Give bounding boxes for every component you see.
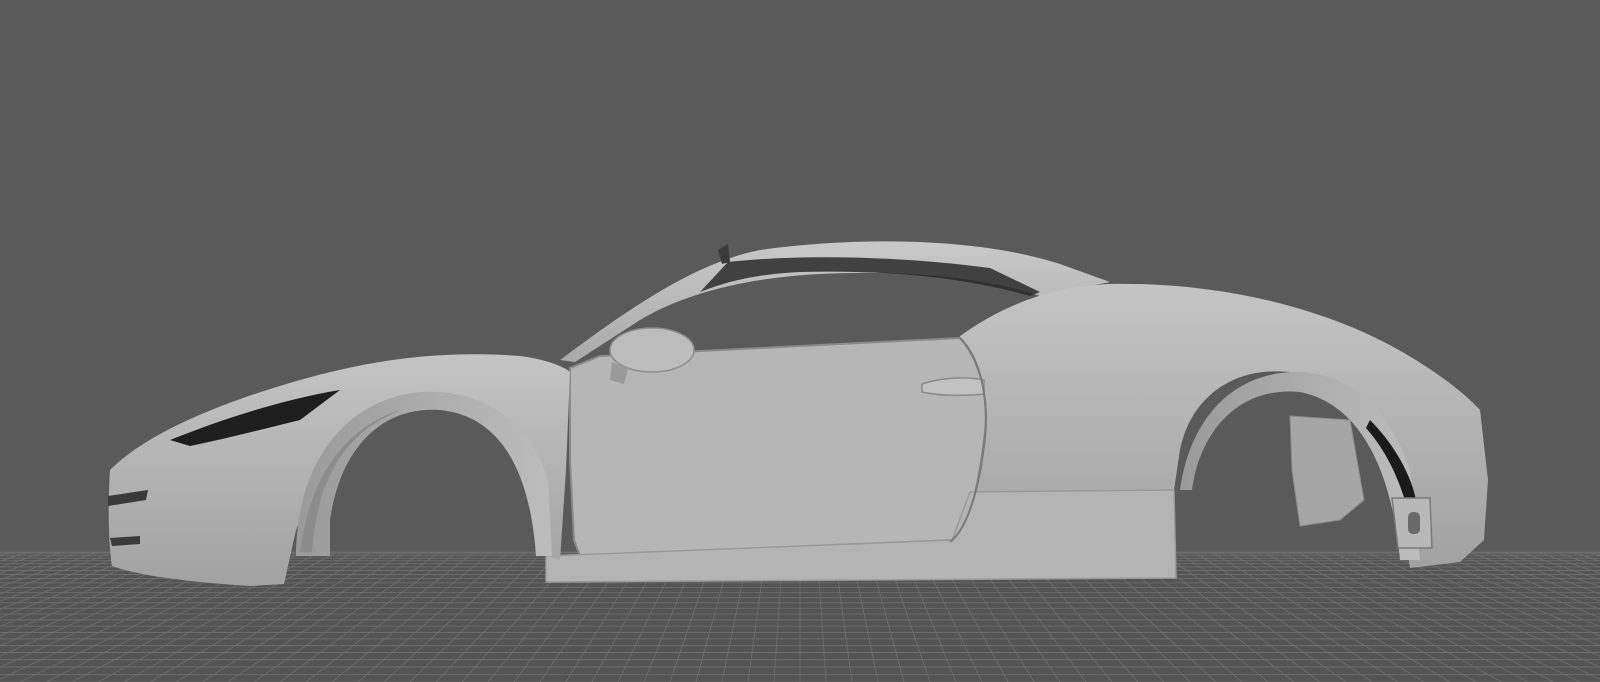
3d-viewport[interactable] <box>0 0 1600 682</box>
side-mirror <box>609 327 695 373</box>
door-panel <box>569 336 987 558</box>
exhaust-tip <box>1408 512 1420 534</box>
